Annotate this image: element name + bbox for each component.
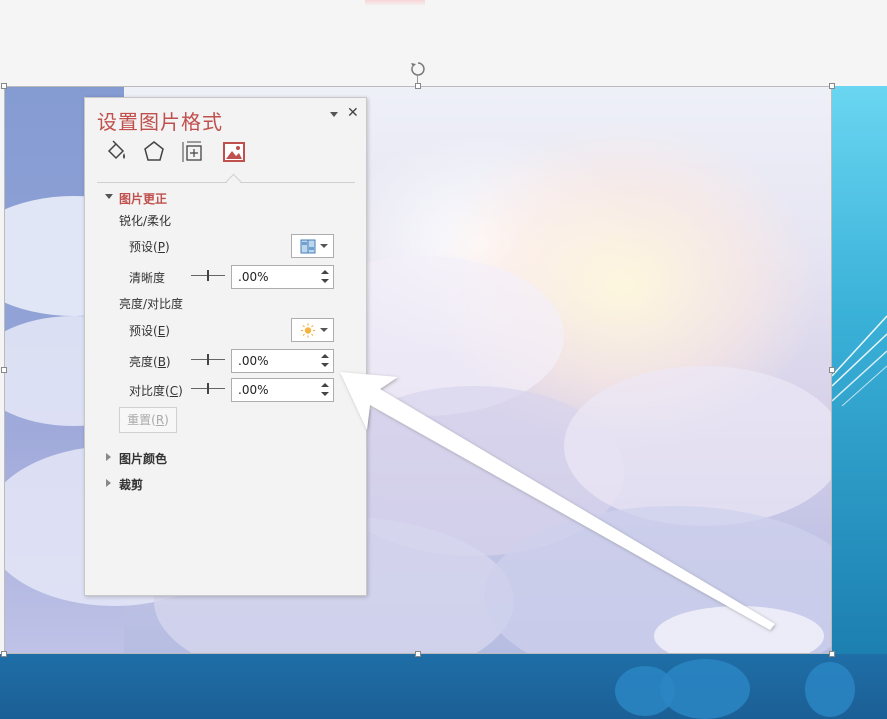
brightness-value: .00% bbox=[238, 354, 269, 368]
slider-thumb[interactable] bbox=[207, 270, 209, 281]
editor-canvas-top bbox=[0, 0, 887, 86]
sharpen-soften-heading: 锐化/柔化 bbox=[119, 214, 172, 228]
contrast-spinbox[interactable]: .00% bbox=[231, 378, 334, 402]
resize-handle-left[interactable] bbox=[1, 367, 7, 373]
slide-background-right bbox=[832, 86, 887, 656]
resize-handle-top-left[interactable] bbox=[1, 83, 7, 89]
slider-thumb[interactable] bbox=[207, 354, 209, 365]
brightness-contrast-presets-label: 预设(E) bbox=[129, 324, 170, 338]
section-crop[interactable]: 裁剪 bbox=[119, 476, 143, 493]
brightness-label: 亮度(B) bbox=[129, 355, 171, 369]
decor-blob bbox=[805, 662, 855, 717]
format-picture-pane: 设置图片格式 ✕ 图片更正 锐化/柔化 预设(P) 清晰度 .00% 亮度/对比… bbox=[84, 97, 367, 596]
size-properties-icon[interactable] bbox=[179, 139, 205, 165]
slide-background-bottom bbox=[0, 654, 887, 719]
fill-bucket-icon[interactable] bbox=[103, 139, 129, 165]
sharpen-preset-icon bbox=[300, 239, 316, 254]
sharpen-presets-label: 预设(P) bbox=[129, 240, 170, 254]
canvas-mark bbox=[365, 0, 425, 6]
brightness-spinbox[interactable]: .00% bbox=[231, 349, 334, 373]
collapsed-arrow-icon[interactable] bbox=[106, 453, 111, 461]
spin-up-icon[interactable] bbox=[321, 383, 329, 387]
resize-handle-bottom-right[interactable] bbox=[829, 651, 835, 657]
chevron-down-icon bbox=[320, 244, 328, 248]
chevron-down-icon bbox=[320, 328, 328, 332]
sharpness-label: 清晰度 bbox=[129, 271, 166, 285]
section-picture-color[interactable]: 图片颜色 bbox=[119, 450, 167, 467]
resize-handle-top-right[interactable] bbox=[829, 83, 835, 89]
pane-title: 设置图片格式 bbox=[97, 110, 223, 134]
active-tab-indicator bbox=[225, 173, 242, 190]
expanded-arrow-icon[interactable] bbox=[105, 194, 113, 199]
spin-down-icon[interactable] bbox=[321, 363, 329, 367]
spin-down-icon[interactable] bbox=[321, 392, 329, 396]
sun-icon bbox=[301, 323, 315, 338]
spin-down-icon[interactable] bbox=[321, 279, 329, 283]
pentagon-effects-icon[interactable] bbox=[141, 139, 167, 165]
sharpness-value: .00% bbox=[238, 270, 269, 284]
contrast-slider[interactable] bbox=[191, 382, 225, 396]
slider-thumb[interactable] bbox=[207, 383, 209, 394]
sharpen-presets-dropdown[interactable] bbox=[291, 234, 334, 258]
collapsed-arrow-icon[interactable] bbox=[106, 479, 111, 487]
decorative-lines bbox=[832, 315, 887, 407]
brightness-contrast-heading: 亮度/对比度 bbox=[119, 297, 184, 311]
section-picture-corrections[interactable]: 图片更正 bbox=[119, 190, 167, 207]
contrast-label: 对比度(C) bbox=[129, 384, 183, 398]
spin-up-icon[interactable] bbox=[321, 354, 329, 358]
rotate-handle-icon[interactable] bbox=[410, 61, 426, 77]
contrast-value: .00% bbox=[238, 383, 269, 397]
close-pane-icon[interactable]: ✕ bbox=[347, 106, 359, 120]
pane-options-dropdown-icon[interactable] bbox=[329, 109, 339, 119]
resize-handle-bottom-left[interactable] bbox=[1, 651, 7, 657]
cloud-shape bbox=[564, 366, 832, 526]
resize-handle-bottom[interactable] bbox=[415, 651, 421, 657]
brightness-contrast-presets-dropdown[interactable] bbox=[291, 318, 334, 342]
resize-handle-right[interactable] bbox=[829, 367, 835, 373]
resize-handle-top[interactable] bbox=[415, 83, 421, 89]
brightness-slider[interactable] bbox=[191, 353, 225, 367]
decor-blob bbox=[660, 659, 750, 719]
picture-icon[interactable] bbox=[221, 139, 247, 165]
reset-button[interactable]: 重置(R) bbox=[119, 407, 177, 433]
sharpness-slider[interactable] bbox=[191, 269, 225, 283]
sharpness-spinbox[interactable]: .00% bbox=[231, 265, 334, 289]
spin-up-icon[interactable] bbox=[321, 270, 329, 274]
